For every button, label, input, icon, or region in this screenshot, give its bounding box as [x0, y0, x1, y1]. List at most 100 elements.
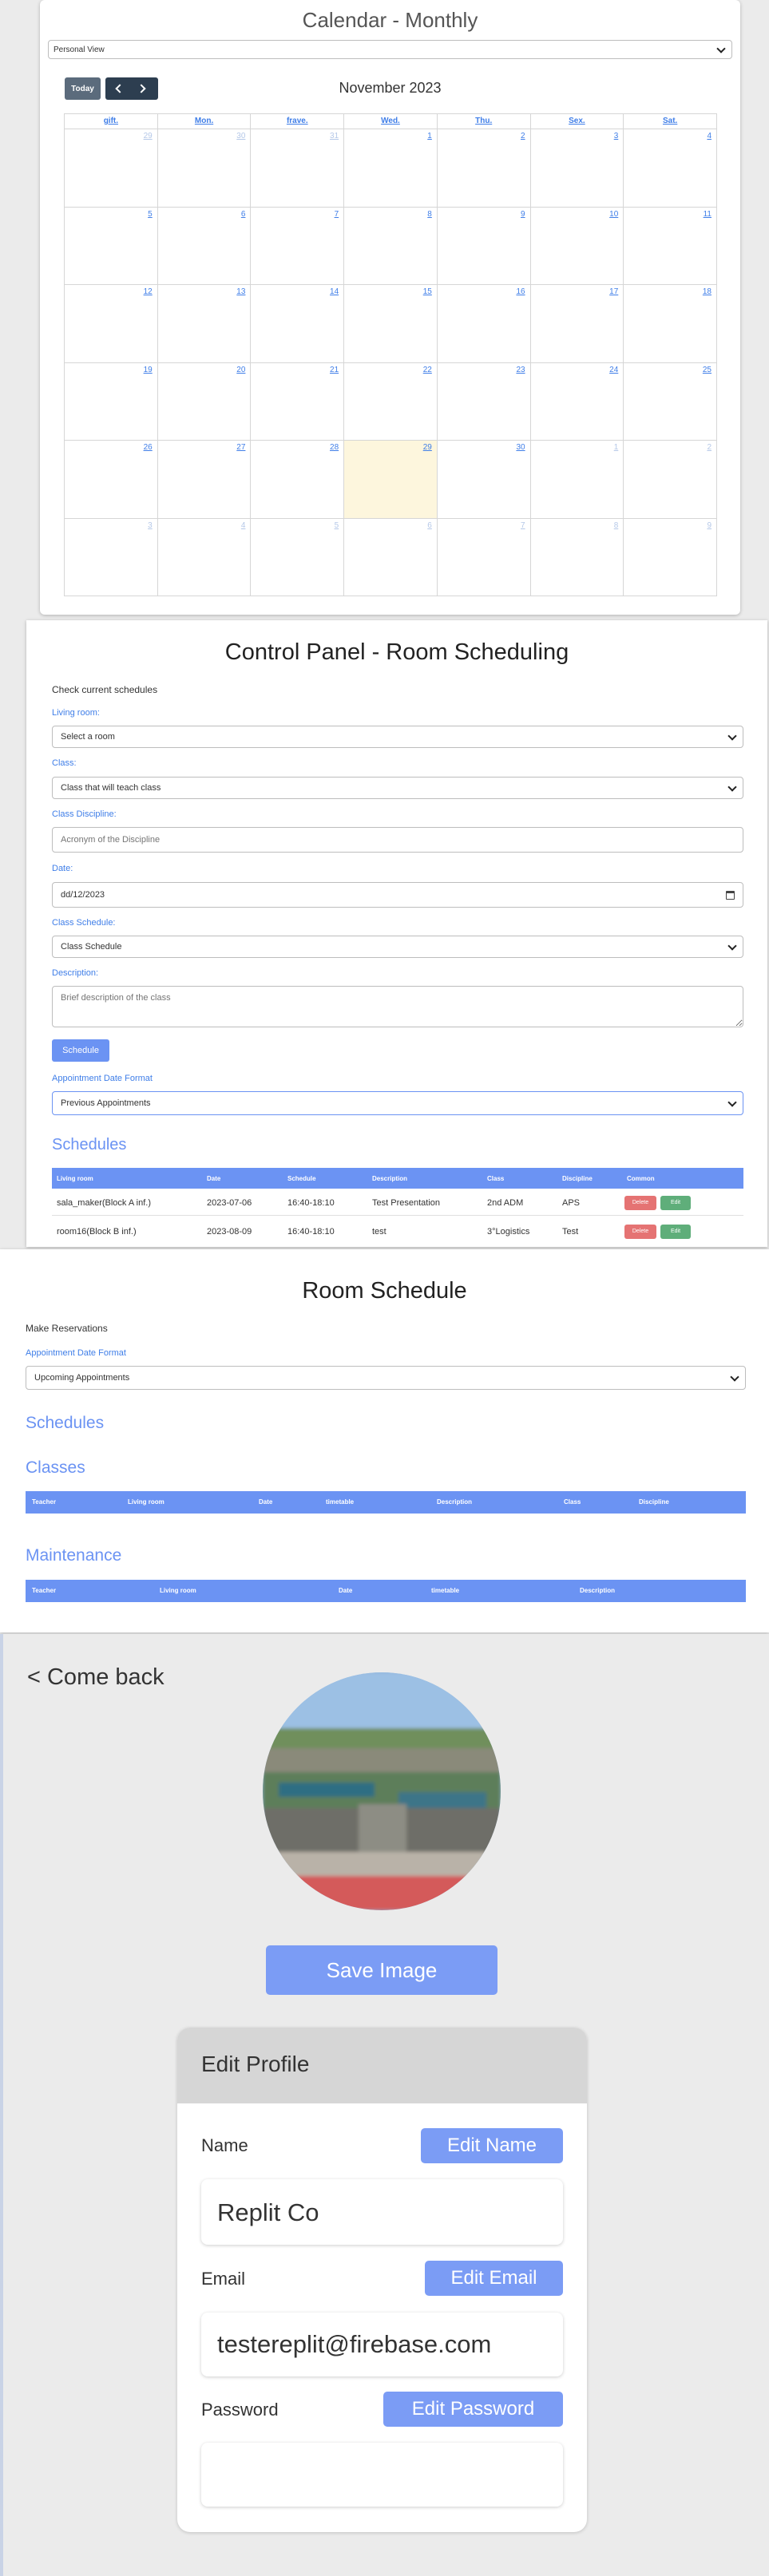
calendar-day[interactable]: 2 [437, 129, 531, 208]
description-input[interactable] [52, 986, 743, 1027]
edit-profile-header: Edit Profile [177, 2028, 587, 2103]
calendar-day[interactable]: 23 [437, 362, 531, 441]
delete-button[interactable]: Delete [624, 1196, 656, 1210]
schedule-button[interactable]: Schedule [52, 1039, 109, 1062]
living-room-input[interactable]: Select a room [52, 726, 743, 748]
class-select[interactable]: Class that will teach class [52, 777, 743, 799]
back-link[interactable]: < Come back [27, 1664, 165, 1691]
weekday-2[interactable]: frave. [251, 114, 345, 129]
calendar-days: 29 30 31 1 2 3 4 5 6 7 8 9 10 11 12 13 14 15 16 17 18 19 20 21 2… [65, 129, 717, 596]
profile-panel: < Come back Save Image Edit Profile Name [0, 1634, 769, 2576]
calendar-day[interactable]: 13 [157, 285, 252, 363]
calendar-day[interactable]: 24 [530, 362, 624, 441]
calendar-day[interactable]: 26 [65, 441, 158, 519]
calendar-day[interactable]: 10 [530, 207, 624, 285]
calendar-day[interactable]: 9 [624, 518, 717, 596]
calendar-day[interactable]: 4 [157, 518, 252, 596]
calendar-day[interactable]: 1 [344, 129, 438, 208]
edit-email-button[interactable]: Edit Email [425, 2261, 563, 2296]
edit-button[interactable]: Edit [660, 1225, 691, 1239]
classes-table-header: Teacher Living room Date timetable Descr… [26, 1491, 746, 1514]
weekday-3[interactable]: Wed. [344, 114, 438, 129]
class-label: Class: [52, 758, 77, 768]
class-input[interactable]: Class that will teach class [52, 777, 743, 799]
calendar-day[interactable]: 22 [344, 362, 438, 441]
calendar-day[interactable]: 15 [344, 285, 438, 363]
calendar-day[interactable]: 11 [624, 207, 717, 285]
calendar-day[interactable]: 3 [530, 129, 624, 208]
room-subtitle: Make Reservations [26, 1323, 108, 1334]
format-select[interactable]: Previous Appointments [52, 1091, 743, 1115]
calendar-day[interactable]: 25 [624, 362, 717, 441]
date-field[interactable]: dd/12/2023 [52, 882, 743, 908]
profile-avatar[interactable] [263, 1672, 501, 1910]
calendar-day[interactable]: 8 [344, 207, 438, 285]
calendar-icon[interactable] [726, 891, 735, 900]
name-label: Name [201, 2135, 248, 2155]
calendar-day[interactable]: 16 [437, 285, 531, 363]
col-discipline: Discipline [562, 1175, 593, 1182]
cell-description: test [372, 1227, 386, 1237]
discipline-input[interactable] [52, 827, 743, 853]
control-subtitle: Check current schedules [52, 684, 158, 695]
col-class: Class [564, 1498, 581, 1506]
living-room-select[interactable]: Select a room [52, 726, 743, 748]
calendar-day[interactable]: 5 [65, 207, 158, 285]
calendar-day[interactable]: 7 [251, 207, 345, 285]
calendar-day[interactable]: 9 [437, 207, 531, 285]
calendar-day[interactable]: 12 [65, 285, 158, 363]
password-field[interactable] [201, 2443, 563, 2507]
calendar-day[interactable]: 19 [65, 362, 158, 441]
calendar-day[interactable]: 4 [624, 129, 717, 208]
calendar-day[interactable]: 6 [344, 518, 438, 596]
room-format-select[interactable]: Upcoming Appointments [26, 1366, 746, 1390]
col-class: Class [487, 1175, 505, 1182]
calendar-day[interactable]: 2 [624, 441, 717, 519]
date-label: Date: [52, 864, 73, 873]
calendar-day[interactable]: 3 [65, 518, 158, 596]
calendar-day[interactable]: 20 [157, 362, 252, 441]
weekday-5[interactable]: Sex. [530, 114, 624, 129]
calendar-day[interactable]: 8 [530, 518, 624, 596]
calendar-day[interactable]: 5 [251, 518, 345, 596]
calendar-day[interactable]: 1 [530, 441, 624, 519]
edit-button[interactable]: Edit [660, 1196, 691, 1210]
name-field[interactable]: Replit Co [201, 2179, 563, 2245]
maintenance-table-header: Teacher Living room Date timetable Descr… [26, 1580, 746, 1602]
view-select-input[interactable]: Personal View [48, 40, 732, 59]
schedule-input[interactable]: Class Schedule [52, 936, 743, 958]
col-description: Description [437, 1498, 473, 1506]
edit-name-button[interactable]: Edit Name [421, 2128, 563, 2163]
calendar-day[interactable]: 29 [344, 441, 438, 519]
col-date: Date [207, 1175, 221, 1182]
weekday-6[interactable]: Sat. [624, 114, 717, 129]
weekday-1[interactable]: Mon. [157, 114, 252, 129]
calendar-day[interactable]: 30 [437, 441, 531, 519]
delete-button[interactable]: Delete [624, 1225, 656, 1239]
calendar-day[interactable]: 6 [157, 207, 252, 285]
weekday-4[interactable]: Thu. [437, 114, 531, 129]
cell-room: room16(Block B inf.) [57, 1227, 137, 1237]
calendar-day[interactable]: 14 [251, 285, 345, 363]
weekday-0[interactable]: gift. [65, 114, 158, 129]
calendar-day[interactable]: 18 [624, 285, 717, 363]
calendar-day[interactable]: 29 [65, 129, 158, 208]
room-format-input[interactable]: Upcoming Appointments [26, 1366, 746, 1390]
calendar-day[interactable]: 30 [157, 129, 252, 208]
calendar-day[interactable]: 31 [251, 129, 345, 208]
save-image-button[interactable]: Save Image [266, 1945, 497, 1995]
living-room-label: Living room: [52, 708, 100, 718]
calendar-day[interactable]: 7 [437, 518, 531, 596]
calendar-day[interactable]: 28 [251, 441, 345, 519]
schedule-select[interactable]: Class Schedule [52, 936, 743, 958]
calendar-day[interactable]: 21 [251, 362, 345, 441]
view-select[interactable]: Personal View [48, 40, 732, 59]
edit-password-button[interactable]: Edit Password [383, 2392, 563, 2427]
format-input[interactable]: Previous Appointments [52, 1091, 743, 1115]
calendar-day[interactable]: 27 [157, 441, 252, 519]
calendar-day[interactable]: 17 [530, 285, 624, 363]
email-field[interactable]: testereplit@firebase.com [201, 2313, 563, 2376]
month-label: November 2023 [339, 80, 442, 96]
format-label: Appointment Date Format [52, 1074, 153, 1083]
col-description: Description [372, 1175, 408, 1182]
